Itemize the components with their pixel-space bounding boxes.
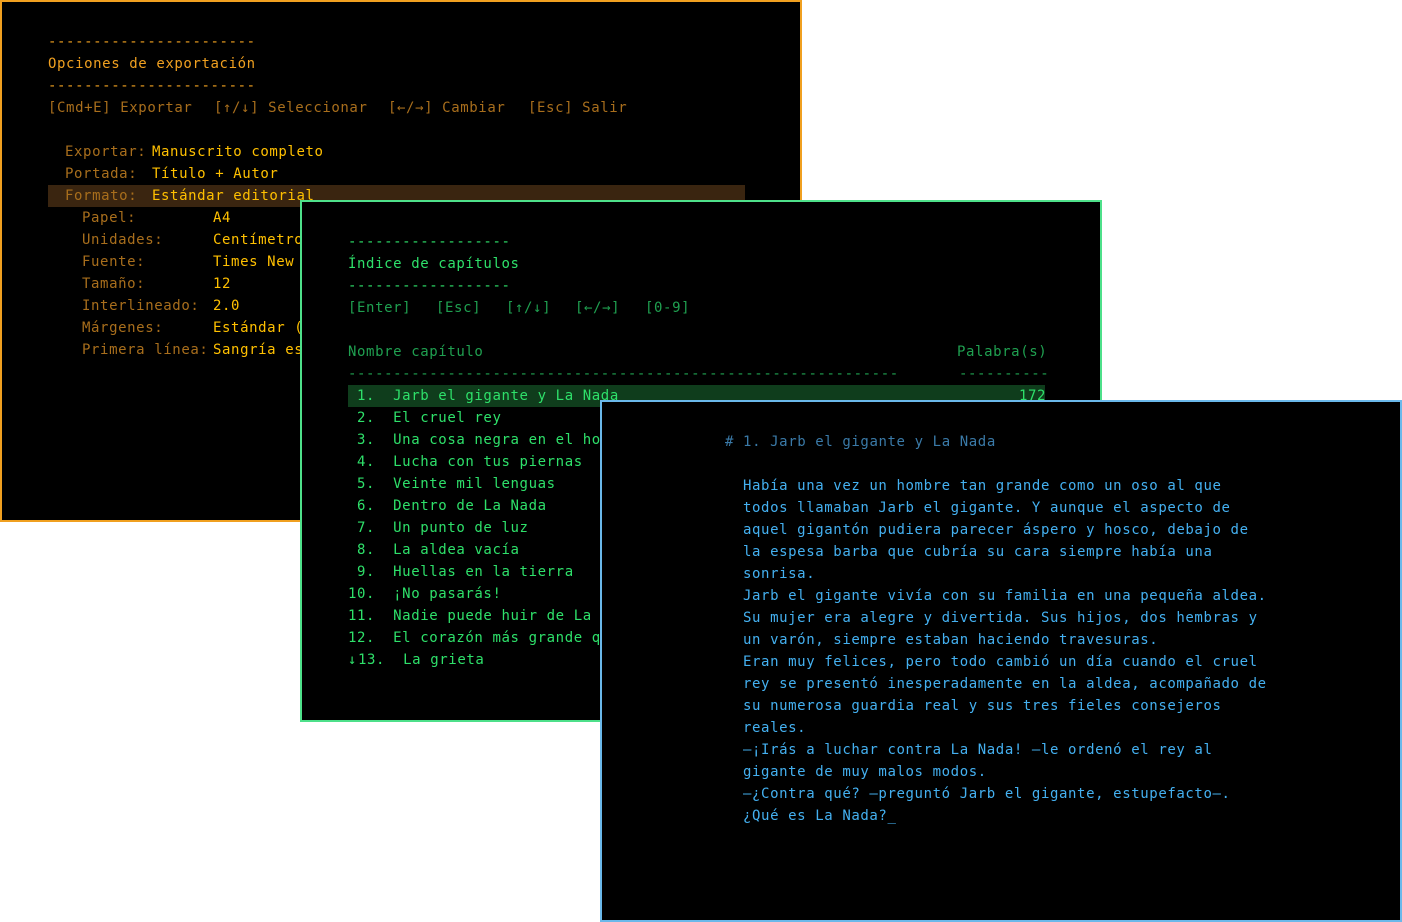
title-rule-bottom: ------------------ (348, 278, 511, 294)
select-shortcut-hint[interactable]: [↑/↓] Seleccionar (214, 98, 368, 118)
editor-window[interactable]: # 1. Jarb el gigante y La Nada Había una… (600, 400, 1402, 922)
format-value-margins[interactable]: Estándar ( (213, 318, 303, 338)
chapter-row[interactable]: 8. La aldea vacía (348, 540, 520, 560)
format-label-margins: Márgenes: (82, 320, 164, 336)
chapter-row[interactable]: 2. El cruel rey (348, 408, 502, 428)
text-line-with-cursor[interactable]: ¿Qué es La Nada?_ (743, 806, 897, 826)
format-value-units[interactable]: Centímetro (213, 230, 303, 250)
option-value-format[interactable]: Estándar editorial (152, 186, 315, 206)
window-title: Opciones de exportación (48, 56, 256, 72)
title-rule-bottom: ----------------------- (48, 78, 256, 94)
enter-shortcut-hint[interactable]: [Enter] (348, 298, 411, 318)
window-title: Índice de capítulos (348, 256, 520, 272)
option-label-cover: Portada: (65, 166, 138, 182)
option-value-cover[interactable]: Título + Autor (152, 164, 278, 184)
chapter-row[interactable]: 11. Nadie puede huir de La (348, 606, 592, 626)
text-line[interactable]: Su mujer era alegre y divertida. Sus hij… (743, 608, 1258, 628)
column-header-words: Palabra(s) (957, 344, 1048, 360)
esc-shortcut-hint[interactable]: [Esc] (436, 298, 481, 318)
column-header-name: Nombre capítulo (348, 344, 484, 360)
format-label-font: Fuente: (82, 254, 146, 270)
option-label-format: Formato: (65, 188, 138, 204)
format-value-font[interactable]: Times New (213, 252, 294, 272)
chapter-heading: # 1. Jarb el gigante y La Nada (725, 434, 996, 450)
format-label-line-spacing: Interlineado: (82, 298, 200, 314)
text-line[interactable]: Jarb el gigante vivía con su familia en … (743, 586, 1267, 606)
export-shortcut-hint[interactable]: [Cmd+E] Exportar (48, 98, 192, 118)
option-label-export: Exportar: (65, 144, 147, 160)
chapter-row[interactable]: 3. Una cosa negra en el hor (348, 430, 610, 450)
title-rule-top: ------------------ (348, 234, 511, 250)
chapter-row[interactable]: 10. ¡No pasarás! (348, 584, 502, 604)
text-line[interactable]: sonrisa. (743, 564, 815, 584)
format-value-size[interactable]: 12 (213, 274, 231, 294)
text-line[interactable]: la espesa barba que cubría su cara siemp… (743, 542, 1213, 562)
exit-shortcut-hint[interactable]: [Esc] Salir (528, 98, 627, 118)
column-rule-words: ---------- (959, 366, 1050, 382)
leftright-shortcut-hint[interactable]: [←/→] (575, 298, 620, 318)
chapter-row[interactable]: 4. Lucha con tus piernas (348, 452, 583, 472)
change-shortcut-hint[interactable]: [←/→] Cambiar (388, 98, 505, 118)
text-line[interactable]: Había una vez un hombre tan grande como … (743, 476, 1222, 496)
format-label-paper: Papel: (82, 210, 137, 226)
chapter-row[interactable]: 1. Jarb el gigante y La Nada (348, 386, 619, 406)
text-line[interactable]: un varón, siempre estaban haciendo trave… (743, 630, 1158, 650)
chapter-row[interactable]: 7. Un punto de luz (348, 518, 529, 538)
text-line[interactable]: su numerosa guardia real y sus tres fiel… (743, 696, 1222, 716)
format-label-first-line: Primera línea: (82, 342, 209, 358)
text-line[interactable]: —¿Contra qué? —preguntó Jarb el gigante,… (743, 784, 1231, 804)
text-line[interactable]: gigante de muy malos modos. (743, 762, 987, 782)
format-label-size: Tamaño: (82, 276, 146, 292)
format-value-line-spacing[interactable]: 2.0 (213, 296, 240, 316)
text-line[interactable]: Eran muy felices, pero todo cambió un dí… (743, 652, 1258, 672)
format-value-first-line[interactable]: Sangría es (213, 340, 303, 360)
chapter-row[interactable]: 9. Huellas en la tierra (348, 562, 574, 582)
format-value-paper[interactable]: A4 (213, 208, 231, 228)
text-line[interactable]: todos llamaban Jarb el gigante. Y aunque… (743, 498, 1231, 518)
text-line[interactable]: reales. (743, 718, 806, 738)
text-line[interactable]: —¡Irás a luchar contra La Nada! —le orde… (743, 740, 1213, 760)
chapter-row[interactable]: 12. El corazón más grande q (348, 628, 601, 648)
text-line[interactable]: rey se presentó inesperadamente en la al… (743, 674, 1267, 694)
option-value-export[interactable]: Manuscrito completo (152, 142, 324, 162)
chapter-row[interactable]: 5. Veinte mil lenguas (348, 474, 556, 494)
updown-shortcut-hint[interactable]: [↑/↓] (506, 298, 551, 318)
digits-shortcut-hint[interactable]: [0-9] (645, 298, 690, 318)
format-label-units: Unidades: (82, 232, 164, 248)
chapter-row[interactable]: 13. La grieta (348, 650, 484, 670)
title-rule-top: ----------------------- (48, 34, 256, 50)
chapter-row[interactable]: 6. Dentro de La Nada (348, 496, 547, 516)
column-rule-name: ----------------------------------------… (348, 366, 899, 382)
text-line[interactable]: aquel gigantón pudiera parecer áspero y … (743, 520, 1249, 540)
